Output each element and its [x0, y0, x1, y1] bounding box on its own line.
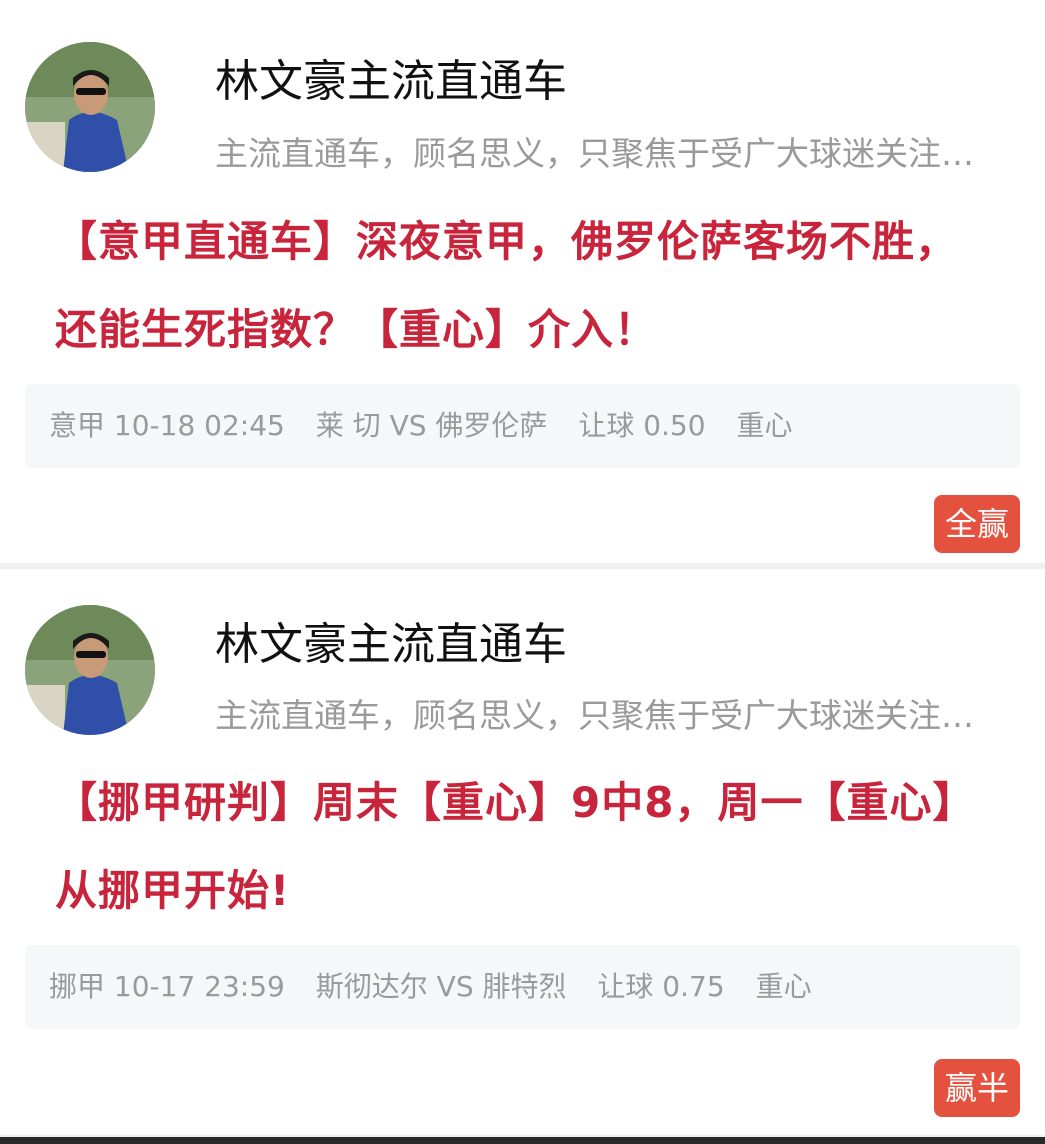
- author-name[interactable]: 林文豪主流直通车: [215, 60, 567, 104]
- match-info-box[interactable]: 意甲 10-18 02:45 莱 切 VS 佛罗伦萨 让球 0.50 重心: [25, 384, 1020, 468]
- match-info-box[interactable]: 挪甲 10-17 23:59 斯彻达尔 VS 腓特烈 让球 0.75 重心: [25, 945, 1020, 1029]
- bottom-divider: [0, 1137, 1045, 1144]
- match-info: 挪甲 10-17 23:59 斯彻达尔 VS 腓特烈 让球 0.75 重心: [49, 945, 834, 1029]
- post-headline[interactable]: 【挪甲研判】周末【重心】9中8，周一【重心】从挪甲开始!: [55, 759, 990, 935]
- match-tag: 重心: [736, 409, 793, 442]
- post-headline[interactable]: 【意甲直通车】深夜意甲，佛罗伦萨客场不胜，还能生死指数？【重心】介入！: [55, 198, 990, 374]
- author-name[interactable]: 林文豪主流直通车: [215, 623, 567, 667]
- match-league-time: 挪甲 10-17 23:59: [49, 970, 285, 1003]
- result-badge: 赢半: [934, 1059, 1020, 1117]
- post-card[interactable]: 林文豪主流直通车 主流直通车，顾名思义，只聚焦于受广大球迷关注… 【意甲直通车】…: [0, 0, 1045, 563]
- match-handicap: 让球 0.75: [597, 970, 725, 1003]
- author-bio: 主流直通车，顾名思义，只聚焦于受广大球迷关注…: [215, 699, 974, 732]
- match-teams: 斯彻达尔 VS 腓特烈: [315, 970, 567, 1003]
- match-teams: 莱 切 VS 佛罗伦萨: [315, 409, 548, 442]
- match-tag: 重心: [755, 970, 812, 1003]
- match-info: 意甲 10-18 02:45 莱 切 VS 佛罗伦萨 让球 0.50 重心: [49, 384, 814, 468]
- match-league-time: 意甲 10-18 02:45: [49, 409, 285, 442]
- result-badge: 全赢: [934, 495, 1020, 553]
- author-bio: 主流直通车，顾名思义，只聚焦于受广大球迷关注…: [215, 137, 974, 170]
- author-avatar[interactable]: [25, 42, 155, 172]
- match-handicap: 让球 0.50: [578, 409, 706, 442]
- post-card[interactable]: 林文豪主流直通车 主流直通车，顾名思义，只聚焦于受广大球迷关注… 【挪甲研判】周…: [0, 569, 1045, 1135]
- author-avatar[interactable]: [25, 605, 155, 735]
